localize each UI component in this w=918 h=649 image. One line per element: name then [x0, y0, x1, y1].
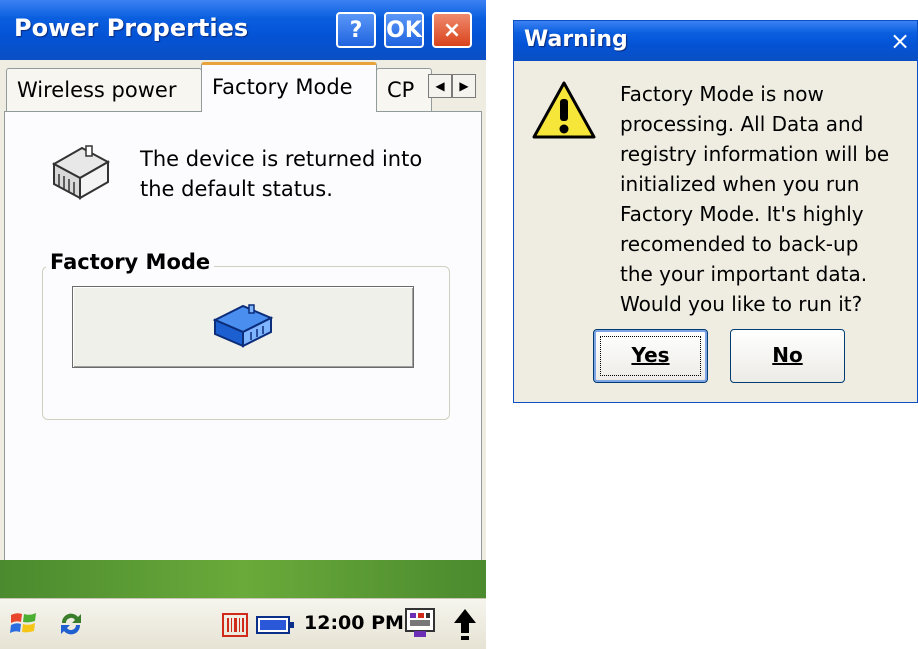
battery-icon[interactable] [256, 615, 296, 639]
warning-dialog: Warning × Factory Mode is now processing… [513, 20, 918, 403]
title-bar: Power Properties ? OK × [0, 0, 486, 60]
tab-wireless-power[interactable]: Wireless power [6, 68, 202, 112]
taskbar: 12:00 PM [0, 598, 486, 649]
up-arrow-icon[interactable] [452, 607, 478, 645]
sync-icon[interactable] [56, 609, 86, 643]
yes-button-label: Yes [631, 343, 670, 367]
desktop-background-strip [0, 560, 486, 598]
tab-scroll-left-button[interactable]: ◀ [428, 74, 452, 98]
factory-mode-button[interactable] [72, 286, 414, 368]
tab-scroll-arrows: ◀ ▶ [428, 74, 476, 98]
yes-button[interactable]: Yes [593, 329, 708, 383]
power-properties-window: Power Properties ? OK × Wireless power F… [0, 0, 486, 649]
start-flag-icon[interactable] [8, 607, 40, 643]
group-title: Factory Mode [46, 250, 215, 274]
keyboard-icon[interactable] [404, 607, 436, 643]
tab-factory-mode[interactable]: Factory Mode [201, 62, 377, 112]
barcode-icon[interactable] [222, 613, 248, 641]
factory-house-icon [48, 140, 112, 206]
warning-message: Factory Mode is now processing. All Data… [620, 82, 890, 316]
help-button[interactable]: ? [336, 12, 376, 48]
window-title: Power Properties [14, 14, 249, 42]
dialog-title-bar: Warning × [514, 21, 917, 61]
description-text: The device is returned into the default … [140, 147, 423, 201]
tab-strip: Wireless power Factory Mode CP ◀ ▶ [0, 60, 486, 112]
clock[interactable]: 12:00 PM [304, 612, 404, 634]
close-button[interactable]: × [432, 12, 472, 48]
dialog-close-button[interactable]: × [885, 25, 915, 57]
tab-scroll-right-button[interactable]: ▶ [452, 74, 476, 98]
warning-icon [530, 79, 598, 147]
factory-house-blue-icon [211, 302, 275, 352]
ok-button[interactable]: OK [384, 12, 424, 48]
dialog-title: Warning [524, 27, 628, 52]
no-button[interactable]: No [730, 329, 845, 383]
no-button-label: No [772, 343, 803, 367]
tab-cpu[interactable]: CP [376, 68, 432, 112]
